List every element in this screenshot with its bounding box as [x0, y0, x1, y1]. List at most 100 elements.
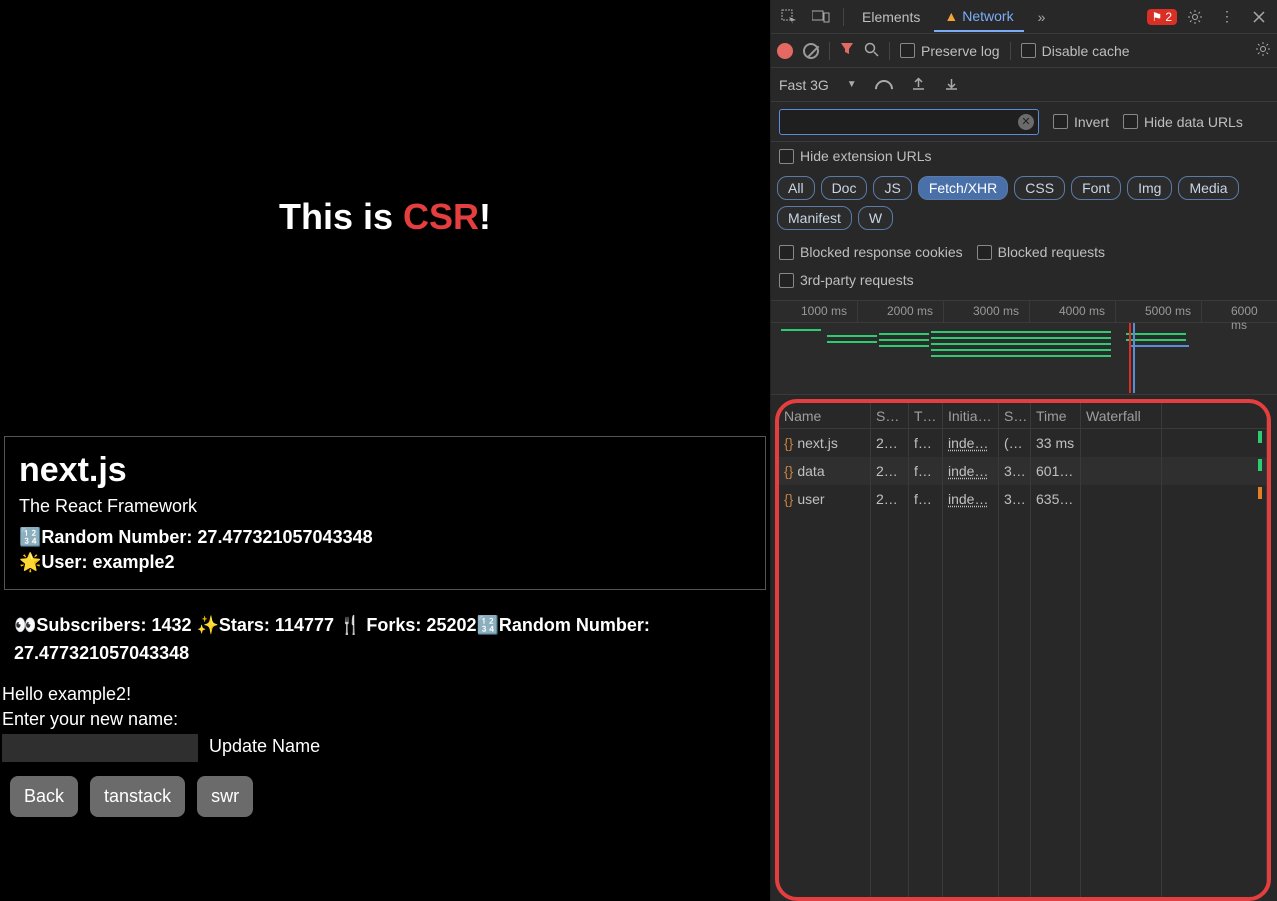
inspect-icon[interactable]	[775, 3, 803, 31]
info-card: next.js The React Framework 🔢Random Numb…	[4, 436, 766, 590]
pill-doc[interactable]: Doc	[821, 176, 868, 200]
filter-row: ✕ Invert Hide data URLs	[771, 102, 1277, 142]
network-settings-icon[interactable]	[1255, 41, 1271, 60]
name-row: Update Name	[2, 734, 768, 762]
errors-badge[interactable]: ⚑ 2	[1147, 9, 1177, 25]
col-size-head[interactable]: S…	[999, 403, 1030, 429]
record-icon[interactable]	[777, 43, 793, 59]
pill-css[interactable]: CSS	[1014, 176, 1065, 200]
hide-extension-urls-label: Hide extension URLs	[800, 148, 932, 164]
row-wf-0	[1081, 429, 1266, 457]
tick-1000: 1000 ms	[801, 304, 847, 318]
tick-4000: 4000 ms	[1059, 304, 1105, 318]
device-icon[interactable]	[807, 3, 835, 31]
card-subtitle: The React Framework	[19, 496, 751, 517]
tab-elements[interactable]: Elements	[852, 3, 930, 31]
row-initiator-2[interactable]: inde…	[943, 485, 998, 513]
col-status-head[interactable]: S…	[871, 403, 908, 429]
swr-button[interactable]: swr	[197, 776, 253, 817]
network-conditions-icon[interactable]	[875, 78, 893, 92]
col-time-head[interactable]: Time	[1031, 403, 1080, 429]
blocked-cookies-label: Blocked response cookies	[800, 244, 963, 260]
user-value: example2	[92, 552, 174, 572]
third-party-label: 3rd-party requests	[800, 272, 914, 288]
hide-data-urls-checkbox[interactable]: Hide data URLs	[1123, 114, 1243, 130]
errors-count: 2	[1165, 10, 1172, 24]
pill-all[interactable]: All	[777, 176, 815, 200]
settings-icon[interactable]	[1181, 3, 1209, 31]
download-icon[interactable]	[944, 76, 959, 94]
pill-js[interactable]: JS	[873, 176, 911, 200]
row-status-0: 2…	[871, 429, 908, 457]
pill-wasm[interactable]: W	[858, 206, 893, 230]
preserve-log-label: Preserve log	[921, 43, 1000, 59]
form-area: Hello example2! Enter your new name: Upd…	[0, 674, 770, 823]
hero: This is CSR!	[0, 2, 770, 432]
row-type-2: f…	[909, 485, 942, 513]
pill-font[interactable]: Font	[1071, 176, 1121, 200]
hero-csr: CSR	[403, 196, 479, 237]
clear-filter-icon[interactable]: ✕	[1018, 114, 1034, 130]
filter-input[interactable]: ✕	[779, 109, 1039, 135]
hide-extension-urls-checkbox[interactable]: Hide extension URLs	[779, 148, 932, 164]
type-filter-pills: All Doc JS Fetch/XHR CSS Font Img Media …	[771, 170, 1277, 238]
preserve-log-checkbox[interactable]: Preserve log	[900, 43, 1000, 59]
third-party-checkbox[interactable]: 3rd-party requests	[779, 272, 914, 288]
kebab-icon[interactable]: ⋮	[1213, 3, 1241, 31]
random-value: 27.477321057043348	[197, 527, 372, 547]
tick-2000: 2000 ms	[887, 304, 933, 318]
error-flag-icon: ⚑	[1152, 10, 1163, 24]
row-name-2[interactable]: {}user	[779, 485, 870, 513]
random-label: 🔢Random Number:	[19, 527, 197, 547]
filter-icon[interactable]	[840, 42, 854, 59]
row-name-1[interactable]: {}data	[779, 457, 870, 485]
row-wf-2	[1081, 485, 1266, 513]
nav-row: Back tanstack swr	[2, 776, 768, 817]
row-time-2: 635…	[1031, 485, 1080, 513]
disable-cache-checkbox[interactable]: Disable cache	[1021, 43, 1130, 59]
warning-icon: ▲	[944, 8, 958, 24]
filter-options: Hide extension URLs All Doc JS Fetch/XHR…	[771, 142, 1277, 301]
timeline-overview[interactable]: 1000 ms 2000 ms 3000 ms 4000 ms 5000 ms …	[771, 301, 1277, 395]
close-icon[interactable]	[1245, 3, 1273, 31]
name-input[interactable]	[2, 734, 198, 762]
timeline-lines	[771, 323, 1277, 393]
network-table-highlight: Name {}next.js {}data {}user S… 2… 2… 2……	[775, 399, 1271, 901]
more-tabs-icon[interactable]: »	[1028, 3, 1056, 31]
pill-img[interactable]: Img	[1127, 176, 1172, 200]
col-type-head[interactable]: T…	[909, 403, 942, 429]
col-name-head[interactable]: Name	[779, 403, 870, 429]
row-size-2: 3…	[999, 485, 1030, 513]
hide-data-urls-label: Hide data URLs	[1144, 114, 1243, 130]
json-icon: {}	[784, 463, 793, 479]
tick-5000: 5000 ms	[1145, 304, 1191, 318]
back-button[interactable]: Back	[10, 776, 78, 817]
pill-fetch-xhr[interactable]: Fetch/XHR	[918, 176, 1008, 200]
col-waterfall-head[interactable]: Waterfall	[1081, 403, 1266, 429]
disable-cache-label: Disable cache	[1042, 43, 1130, 59]
row-name-0[interactable]: {}next.js	[779, 429, 870, 457]
pill-media[interactable]: Media	[1178, 176, 1238, 200]
search-icon[interactable]	[864, 42, 879, 60]
tab-network[interactable]: ▲ Network	[934, 2, 1023, 32]
row-initiator-0[interactable]: inde…	[943, 429, 998, 457]
name-prompt: Enter your new name:	[2, 709, 768, 730]
devtools-tabbar: Elements ▲ Network » ⚑ 2 ⋮	[771, 0, 1277, 34]
pill-manifest[interactable]: Manifest	[777, 206, 852, 230]
upload-icon[interactable]	[911, 76, 926, 94]
blocked-requests-checkbox[interactable]: Blocked requests	[977, 244, 1105, 260]
clear-icon[interactable]	[803, 43, 819, 59]
tanstack-button[interactable]: tanstack	[90, 776, 185, 817]
throttle-bar: Fast 3G ▼	[771, 68, 1277, 102]
row-size-1: 3…	[999, 457, 1030, 485]
col-initiator-head[interactable]: Initia…	[943, 403, 998, 429]
row-time-1: 601…	[1031, 457, 1080, 485]
row-initiator-1[interactable]: inde…	[943, 457, 998, 485]
update-name-button[interactable]: Update Name	[209, 736, 320, 756]
invert-checkbox[interactable]: Invert	[1053, 114, 1109, 130]
row-type-1: f…	[909, 457, 942, 485]
throttle-select[interactable]: Fast 3G ▼	[779, 77, 857, 93]
random-line: 🔢Random Number: 27.477321057043348	[19, 527, 751, 548]
blocked-cookies-checkbox[interactable]: Blocked response cookies	[779, 244, 963, 260]
chevron-down-icon: ▼	[847, 79, 857, 90]
